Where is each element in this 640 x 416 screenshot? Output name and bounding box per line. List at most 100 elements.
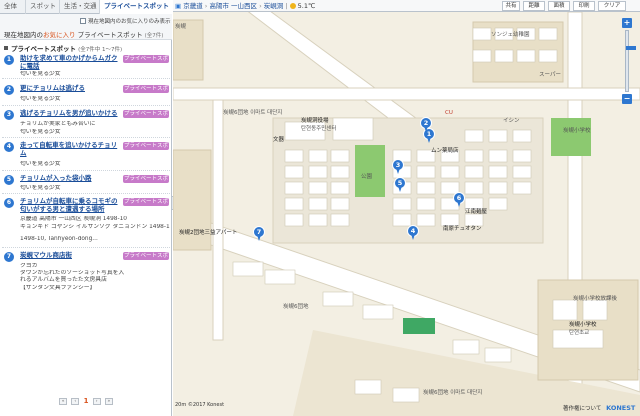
map-pin[interactable]: 6 <box>453 192 465 208</box>
zoom-slider-handle[interactable] <box>626 46 636 50</box>
zoom-slider[interactable] <box>625 30 636 92</box>
zoom-in-button[interactable]: + <box>622 18 632 28</box>
map-label: ソンジェ幼稚園 <box>491 32 530 38</box>
list-item[interactable]: 3 逃げるチョリムを男が追いかける プライベートスポット チョリムが実家ともみ合… <box>2 109 170 138</box>
map-label: 炭峴小学校放課後 <box>573 296 618 302</box>
map-label: 炭峴洞役場 <box>301 118 329 124</box>
map-pin[interactable]: 2 <box>420 117 432 133</box>
marker-number: 7 <box>4 252 14 262</box>
zoom-control: + − <box>622 18 636 106</box>
spot-note: 匂いを見る少女 <box>20 71 61 77</box>
category-badge: プライベートスポット <box>123 198 169 213</box>
spot-note: 匂いを見る少女 <box>20 129 61 135</box>
spot-address-ko: 京畿道 高陽市 一山西区 炭峴洞 1498-10 <box>20 216 127 222</box>
first-page-button[interactable]: « <box>59 397 68 405</box>
map-label: スーパー <box>539 72 561 78</box>
marker-number: 4 <box>4 142 14 152</box>
crumb-province[interactable]: 京畿道 <box>183 2 203 10</box>
last-page-button[interactable]: » <box>104 397 113 405</box>
category-badge: プライベートスポット <box>123 252 169 267</box>
home-icon[interactable]: ▣ <box>175 2 181 10</box>
spot-note: 匂いを見る少女 <box>20 96 61 102</box>
category-badge: プライベートスポット <box>123 85 169 100</box>
category-badge: プライベートスポット <box>123 110 169 125</box>
next-page-button[interactable]: › <box>92 397 101 405</box>
list-item[interactable]: 4 走って自転車を追いかけるチョリム プライベートスポット 匂いを見る少女 <box>2 141 170 171</box>
spot-title-link[interactable]: 走って自転車を追いかけるチョリム <box>20 141 120 157</box>
weather-sun-icon <box>289 3 296 9</box>
share-button[interactable]: 共有 <box>502 1 520 11</box>
tab-life-transport[interactable]: 生活・交通 <box>60 0 100 14</box>
category-badge: プライベートスポット <box>123 175 169 190</box>
map-breadcrumb: ▣ 京畿道 › 高陽市 一山西区 › 炭峴洞 | 5.1℃ <box>175 2 316 10</box>
marker-number: 6 <box>4 198 14 208</box>
map-label: 炭峴6団地 <box>283 304 309 310</box>
map-view[interactable]: ▣ 京畿道 › 高陽市 一山西区 › 炭峴洞 | 5.1℃ 共有 距離 面積 印… <box>173 0 640 416</box>
checkbox-box[interactable] <box>80 18 86 24</box>
favorites-only-checkbox[interactable]: 現在地図内のお気に入りのみ表示 <box>80 17 171 25</box>
spot-title-link[interactable]: 逃げるチョリムを男が追いかける <box>20 109 120 117</box>
list-item[interactable]: 7 炭峴マウル商店街 プライベートスポット クヨカ ダウンが忘れたのソーショット… <box>2 251 170 291</box>
tab-private-spot[interactable]: プライベートスポット <box>100 0 172 14</box>
scale-value: 20m <box>175 402 187 408</box>
spot-title-link[interactable]: 助けを求めて車のかげからムガクに電話 <box>20 54 120 70</box>
favorites-only-label: 現在地図内のお気に入りのみ表示 <box>88 19 171 25</box>
map-label: 탄현초교 <box>569 330 590 336</box>
weather-temp: 5.1℃ <box>297 2 316 10</box>
map-label: 炭峴小学校 <box>563 128 591 134</box>
crumb-section: プライベートスポット <box>77 31 143 39</box>
map-label: 炭峴2団地三益アパート <box>179 230 238 236</box>
map-footer: 著作権について KONEST <box>563 404 635 412</box>
crumb-prefix: 現在地図内の <box>4 31 43 39</box>
map-pin[interactable]: 4 <box>407 225 419 241</box>
distance-button[interactable]: 距離 <box>523 1 545 11</box>
spot-note: チョリムが実家ともみ合いに <box>20 121 96 127</box>
bullet-icon <box>4 46 8 50</box>
spot-title-link[interactable]: チョリムが自転車に乗るコモギの匂いがする男と遭遇する場所 <box>20 197 120 213</box>
map-pin[interactable]: 3 <box>392 159 404 175</box>
list-item[interactable]: 6 チョリムが自転車に乗るコモギの匂いがする男と遭遇する場所 プライベートスポッ… <box>2 197 170 248</box>
current-page[interactable]: 1 <box>84 397 89 405</box>
crumb-district[interactable]: 高陽市 一山西区 <box>209 2 257 10</box>
marker-number: 3 <box>4 110 14 120</box>
map-canvas <box>173 0 640 416</box>
copyright-link[interactable]: 著作権について <box>563 406 601 412</box>
map-label: 탄현동주민센터 <box>301 126 337 132</box>
list-count: (全7件中 1〜7件) <box>78 47 123 53</box>
side-panel: 全体 スポット 生活・交通 プライベートスポット 現在地図内のお気に入りのみ表示… <box>0 0 172 416</box>
category-badge: プライベートスポット <box>123 142 169 157</box>
map-label: 炭峴6団地 이마트 대단지 <box>423 390 483 396</box>
spot-note: ダウンが忘れたのソーショット写真を入れるアルバムを買ったた文房具店 <box>20 270 125 283</box>
list-item[interactable]: 5 チョリムが入った袋小路 プライベートスポット 匂いを見る少女 <box>2 174 170 194</box>
spot-address-en: 1498-10, Tanhyeon-dong... <box>20 236 98 242</box>
crumb-dong[interactable]: 炭峴洞 <box>264 2 284 10</box>
spot-title-link[interactable]: 更にチョリムは逃げる <box>20 84 120 92</box>
map-pin[interactable]: 5 <box>394 177 406 193</box>
map-copyright: ©2017 Konest <box>187 402 225 408</box>
map-label: 公園 <box>361 174 373 180</box>
area-button[interactable]: 面積 <box>548 1 570 11</box>
print-button[interactable]: 印刷 <box>573 1 595 11</box>
map-pin[interactable]: 7 <box>253 226 265 242</box>
spot-title-link[interactable]: チョリムが入った袋小路 <box>20 174 120 182</box>
spot-note: 【サンタン文具ファンシー】 <box>20 285 96 291</box>
zoom-out-button[interactable]: − <box>622 94 632 104</box>
list-item[interactable]: 2 更にチョリムは逃げる プライベートスポット 匂いを見る少女 <box>2 84 170 106</box>
map-label: ムン薬局店 <box>431 148 459 154</box>
spot-title-link[interactable]: 炭峴マウル商店街 <box>20 251 120 259</box>
prev-page-button[interactable]: ‹ <box>71 397 80 405</box>
tab-spot[interactable]: スポット <box>26 0 60 14</box>
list-header: プライベートスポット (全7件中 1〜7件) <box>4 43 122 53</box>
map-label: イシン <box>503 118 520 124</box>
tab-all[interactable]: 全体 <box>0 0 26 14</box>
list-filter-bar: 現在地図内のお気に入りのみ表示 現在地図内のお気に入り プライベートスポット (… <box>0 14 172 40</box>
crumb-count: (全7件) <box>144 33 164 39</box>
filter-breadcrumb: 現在地図内のお気に入り プライベートスポット (全7件) <box>4 29 163 39</box>
crumb-favorites: お気に入り <box>43 31 76 39</box>
map-label: 江南麺屋 <box>465 209 488 215</box>
list-item[interactable]: 1 助けを求めて車のかげからムガクに電話 プライベートスポット 匂いを見る少女 <box>2 54 170 79</box>
map-label: 炭峴 <box>175 24 187 30</box>
map-label: 炭峴小学校 <box>569 322 597 328</box>
map-label: 文器 <box>273 137 285 143</box>
clear-button[interactable]: クリア <box>598 1 626 11</box>
